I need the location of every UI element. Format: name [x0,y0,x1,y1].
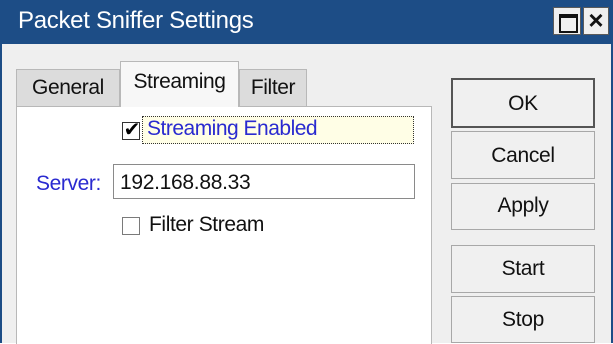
close-icon: × [588,5,604,35]
ok-button[interactable]: OK [451,78,595,128]
server-label: Server: [36,172,101,195]
stop-button[interactable]: Stop [451,296,595,343]
tab-filter[interactable]: Filter [239,69,307,106]
checkmark-icon: ✔ [123,119,141,141]
cancel-button[interactable]: Cancel [451,131,595,179]
streaming-enabled-checkbox[interactable]: ✔ [122,119,140,141]
packet-sniffer-settings-window: Packet Sniffer Settings × General Stream… [0,0,613,344]
filter-stream-checkbox[interactable] [122,217,140,235]
title-bar[interactable]: Packet Sniffer Settings × [2,0,611,44]
tab-general[interactable]: General [16,69,120,106]
restore-icon[interactable] [553,7,581,35]
filter-stream-label[interactable]: Filter Stream [149,213,264,237]
server-input[interactable]: 192.168.88.33 [113,164,415,199]
start-button[interactable]: Start [451,245,595,293]
apply-button[interactable]: Apply [451,183,595,230]
streaming-enabled-label[interactable]: Streaming Enabled [147,116,321,143]
window-title: Packet Sniffer Settings [18,7,254,34]
close-button[interactable]: × [583,5,609,35]
tab-streaming[interactable]: Streaming [120,61,239,107]
